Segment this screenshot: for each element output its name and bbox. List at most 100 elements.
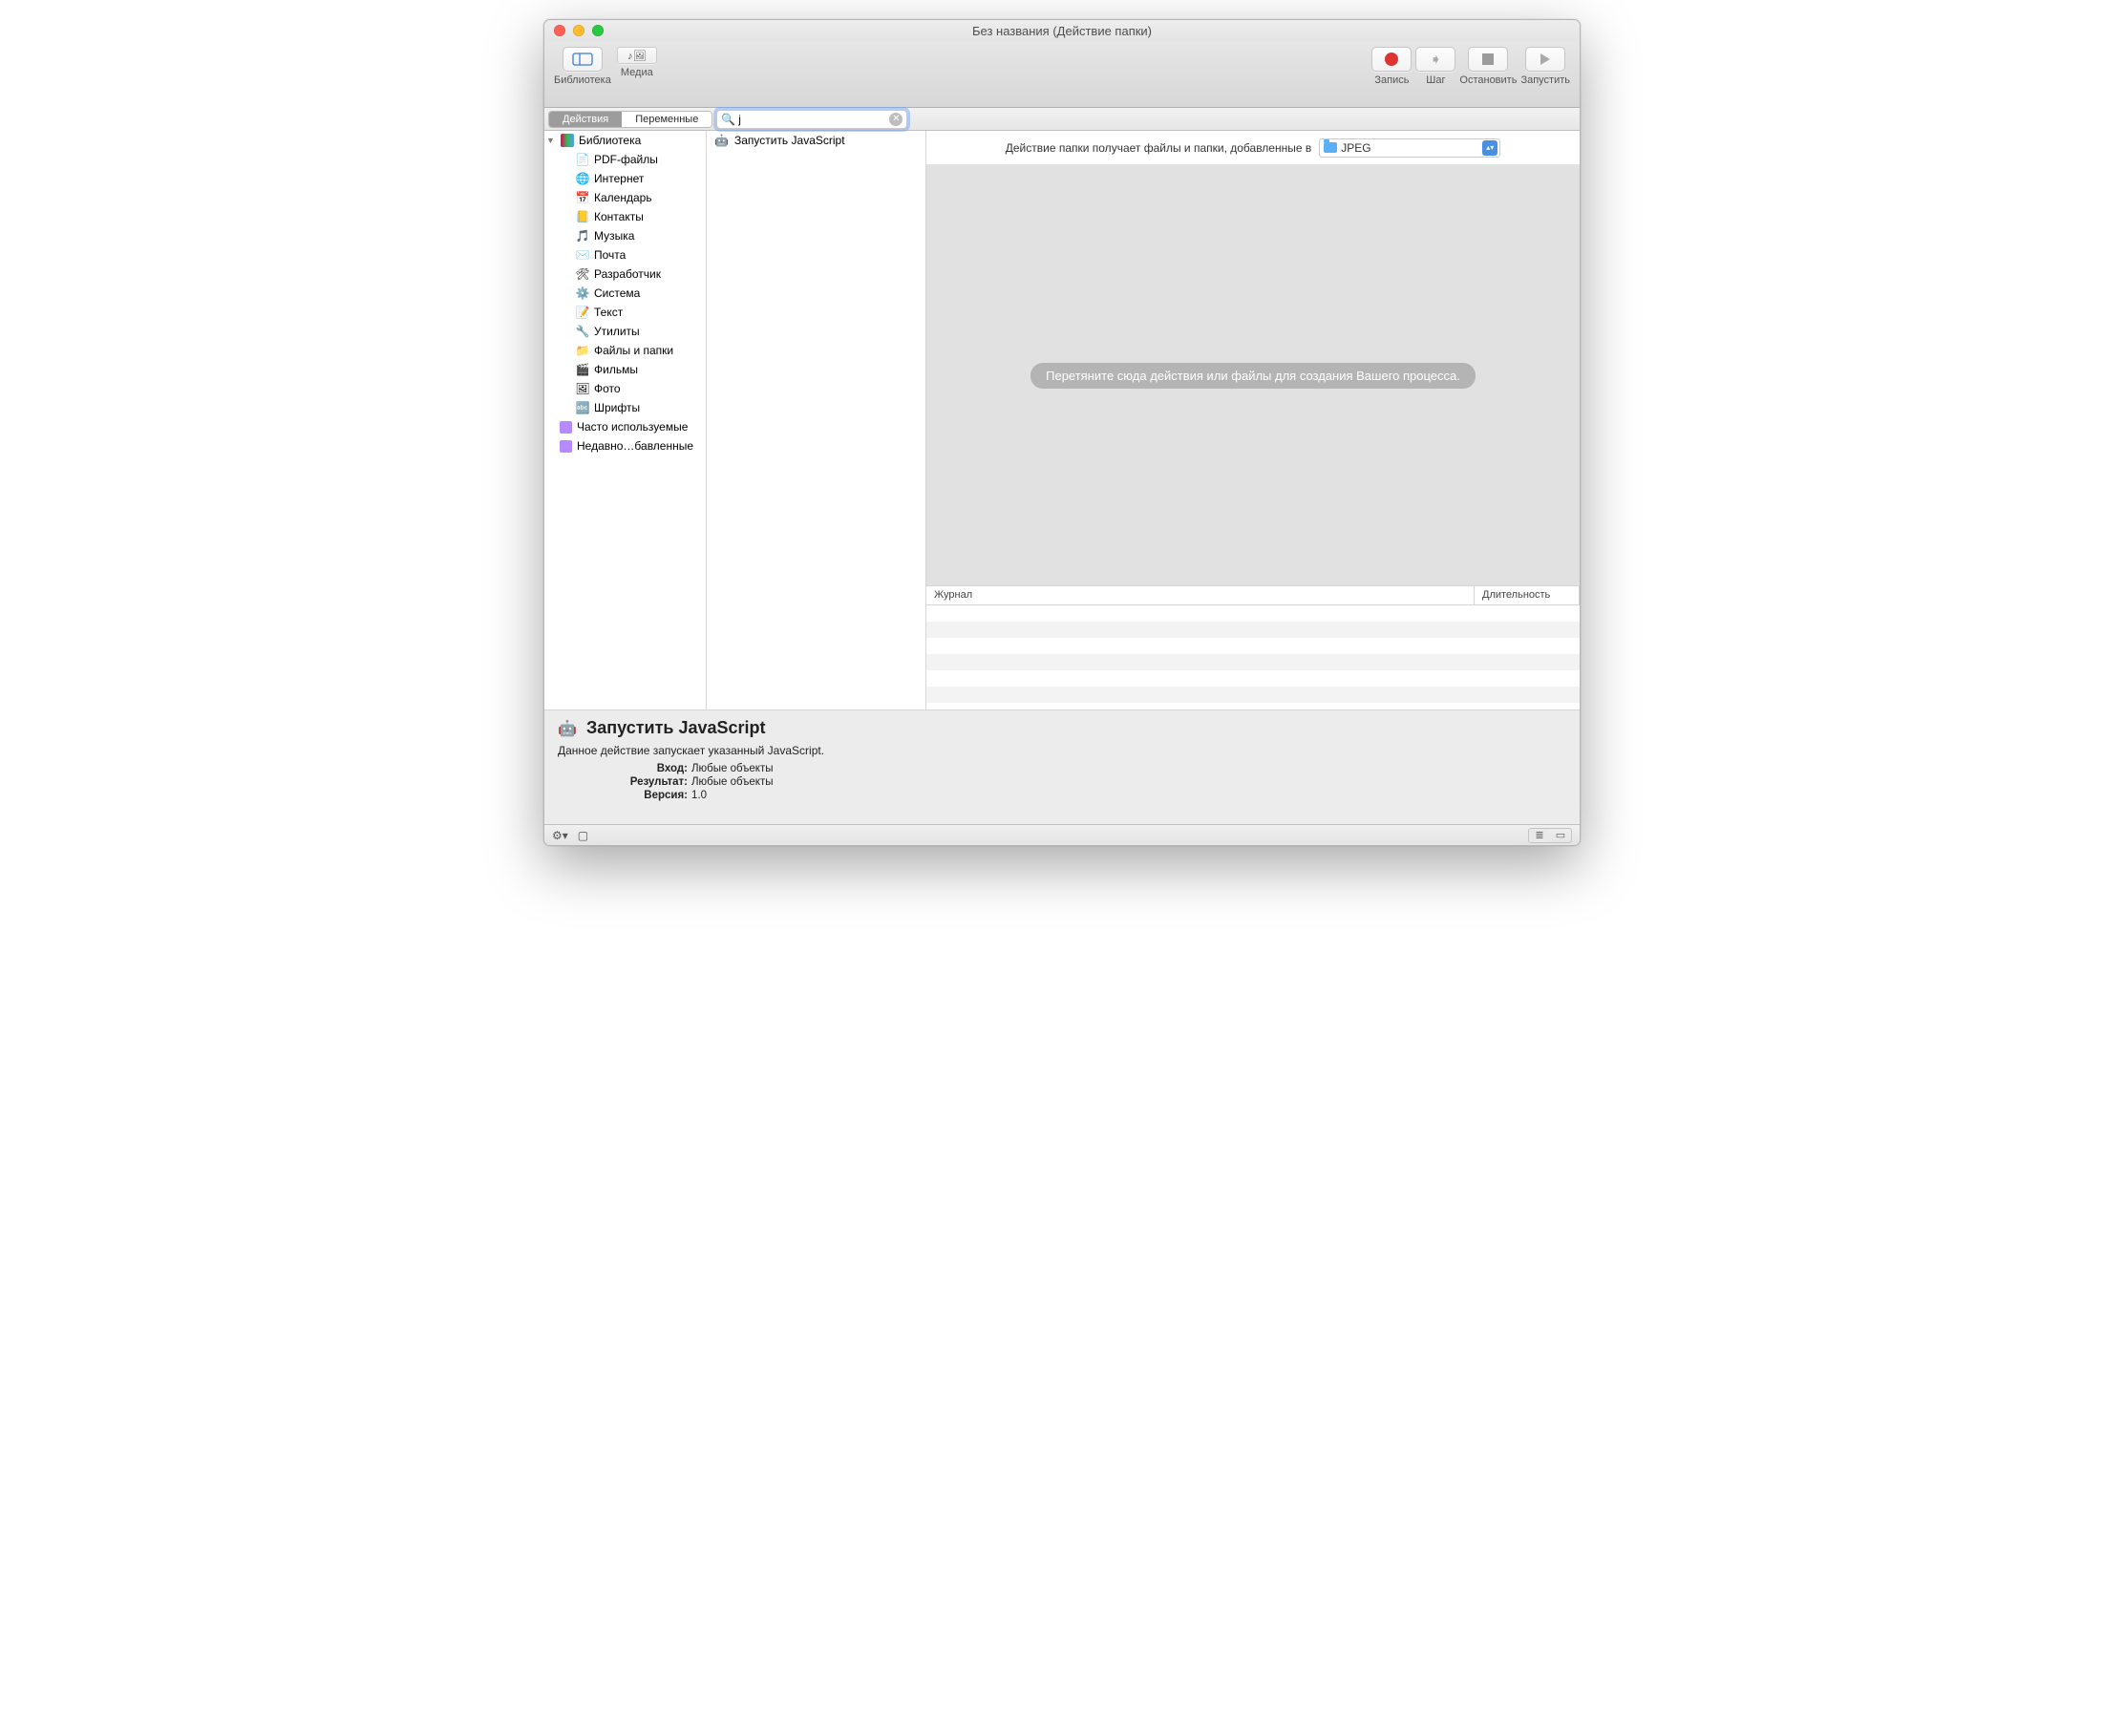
action-label: Запустить JavaScript — [734, 134, 845, 147]
zoom-button[interactable] — [592, 25, 604, 36]
library-smart-folder[interactable]: Часто используемые — [544, 417, 706, 436]
toolbar-label: Библиотека — [554, 74, 611, 86]
library-root-label: Библиотека — [579, 134, 641, 147]
library-category[interactable]: 🌐Интернет — [544, 169, 706, 188]
close-button[interactable] — [554, 25, 565, 36]
statusbar: ⚙▾ ▢ ≣ ▭ — [544, 824, 1580, 845]
description-value: Любые объекты — [691, 763, 774, 774]
log-row — [926, 670, 1580, 687]
category-icon: 🖼 — [575, 381, 590, 396]
run-button[interactable] — [1525, 47, 1565, 72]
library-toggle-button[interactable] — [563, 47, 603, 72]
toolbar-label: Запись — [1374, 74, 1409, 86]
library-category[interactable]: 📝Текст — [544, 303, 706, 322]
library-category[interactable]: ⚙️Система — [544, 284, 706, 303]
log-row — [926, 638, 1580, 654]
category-icon: 🎬 — [575, 362, 590, 377]
category-icon: 🛠 — [575, 266, 590, 282]
category-label: Файлы и папки — [594, 344, 673, 357]
category-icon: 📝 — [575, 305, 590, 320]
category-label: Фото — [594, 382, 621, 395]
record-button[interactable] — [1371, 47, 1412, 72]
description-field: Вход:Любые объекты — [558, 763, 1566, 774]
category-icon: 📁 — [575, 343, 590, 358]
description-key: Вход: — [558, 763, 691, 774]
view-log-button[interactable]: ≣ — [1529, 829, 1550, 842]
toolbar: Библиотека ♪🖼 Медиа Запись ➧ Шаг Останов… — [544, 41, 1580, 108]
log-col-duration[interactable]: Длительность — [1475, 586, 1580, 604]
action-description: 🤖 Запустить JavaScript Данное действие з… — [544, 709, 1580, 824]
library-category[interactable]: ✉️ Почта — [544, 245, 706, 265]
step-button[interactable]: ➧ — [1415, 47, 1455, 72]
smart-folder-label: Часто используемые — [577, 420, 688, 434]
description-key: Версия: — [558, 790, 691, 801]
library-category[interactable]: 🛠Разработчик — [544, 265, 706, 284]
view-results-button[interactable]: ▭ — [1550, 829, 1571, 842]
workflow-header: Действие папки получает файлы и папки, д… — [926, 131, 1580, 165]
smart-folder-icon — [560, 421, 572, 434]
log-col-journal[interactable]: Журнал — [926, 586, 1475, 604]
stop-button[interactable] — [1468, 47, 1508, 72]
category-icon: 🎵 — [575, 228, 590, 243]
library-category[interactable]: 📁 Файлы и папки — [544, 341, 706, 360]
search-icon: 🔍 — [721, 113, 735, 126]
clear-search-button[interactable]: ✕ — [889, 113, 903, 126]
category-label: Музыка — [594, 229, 634, 243]
automator-window: Без названия (Действие папки) Библиотека… — [543, 19, 1581, 846]
toolbar-label: Запустить — [1520, 74, 1570, 86]
smart-folder-label: Недавно…бавленные — [577, 439, 693, 453]
log-header: Журнал Длительность — [926, 586, 1580, 605]
library-smart-folder[interactable]: Недавно…бавленные — [544, 436, 706, 455]
tab-actions[interactable]: Действия — [549, 112, 622, 127]
view-mode-segmented[interactable]: ≣ ▭ — [1528, 828, 1572, 843]
action-item[interactable]: 🤖Запустить JavaScript — [707, 131, 925, 150]
category-label: Шрифты — [594, 401, 640, 414]
media-button[interactable]: ♪🖼 — [617, 47, 657, 64]
category-icon: 🌐 — [575, 171, 590, 186]
library-category[interactable]: 🔤Шрифты — [544, 398, 706, 417]
toolbar-label: Остановить — [1459, 74, 1517, 86]
toolbar-label: Медиа — [621, 67, 653, 78]
library-categories[interactable]: ▼ Библиотека 📄PDF-файлы🌐Интернет📅Календа… — [544, 131, 707, 709]
log-rows — [926, 605, 1580, 709]
library-category[interactable]: 🎵 Музыка — [544, 226, 706, 245]
library-category[interactable]: 📄PDF-файлы — [544, 150, 706, 169]
category-label: Система — [594, 286, 640, 300]
actions-list[interactable]: 🤖Запустить JavaScript — [707, 131, 926, 709]
actions-variables-segmented[interactable]: Действия Переменные — [548, 111, 712, 128]
library-icon — [561, 134, 574, 147]
category-icon: ✉️ — [575, 247, 590, 263]
folder-popup[interactable]: JPEG ▴▾ — [1319, 138, 1500, 158]
category-label: Почта — [594, 248, 626, 262]
action-menu-button[interactable]: ⚙▾ — [552, 829, 568, 842]
description-field: Результат:Любые объекты — [558, 776, 1566, 788]
workflow-placeholder: Перетяните сюда действия или файлы для с… — [1030, 363, 1476, 389]
minimize-button[interactable] — [573, 25, 584, 36]
library-category[interactable]: 📒Контакты — [544, 207, 706, 226]
titlebar: Без названия (Действие папки) — [544, 20, 1580, 41]
window-title: Без названия (Действие папки) — [544, 24, 1580, 38]
search-input[interactable] — [735, 113, 889, 126]
description-subtitle: Данное действие запускает указанный Java… — [558, 744, 1566, 757]
category-icon: 🔧 — [575, 324, 590, 339]
library-root[interactable]: ▼ Библиотека — [544, 131, 706, 150]
tab-variables[interactable]: Переменные — [622, 112, 712, 127]
category-icon: 📅 — [575, 190, 590, 205]
stop-icon — [1482, 53, 1494, 65]
library-category[interactable]: 🖼 Фото — [544, 379, 706, 398]
toggle-description-button[interactable]: ▢ — [578, 829, 588, 842]
library-category[interactable]: 📅Календарь — [544, 188, 706, 207]
search-field[interactable]: 🔍 ✕ — [716, 110, 907, 129]
category-label: Контакты — [594, 210, 644, 223]
automator-action-icon: 🤖 — [558, 719, 577, 738]
library-category[interactable]: 🎬Фильмы — [544, 360, 706, 379]
workflow-canvas[interactable]: Перетяните сюда действия или файлы для с… — [926, 165, 1580, 585]
library-category[interactable]: 🔧Утилиты — [544, 322, 706, 341]
disclosure-icon[interactable]: ▼ — [546, 136, 556, 145]
main-area: ▼ Библиотека 📄PDF-файлы🌐Интернет📅Календа… — [544, 131, 1580, 709]
description-field: Версия:1.0 — [558, 790, 1566, 801]
category-label: PDF-файлы — [594, 153, 658, 166]
description-value: 1.0 — [691, 790, 707, 801]
log-row — [926, 687, 1580, 703]
log-row — [926, 605, 1580, 622]
